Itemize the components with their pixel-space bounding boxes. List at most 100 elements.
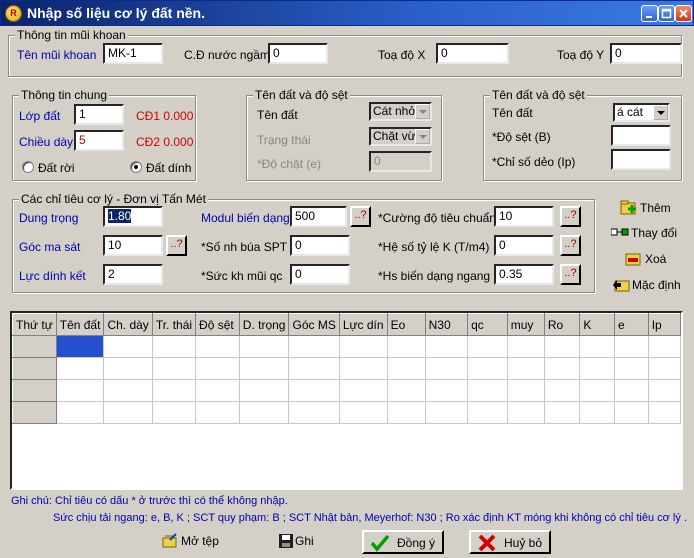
horiz-def-input[interactable]: 0.35 [494,264,554,285]
k-coef-input[interactable]: 0 [494,235,554,256]
table-cell[interactable] [543,379,581,402]
table-cell[interactable] [338,357,388,380]
delete-button[interactable]: Xoá [625,247,685,271]
coord-y-input[interactable]: 0 [610,43,682,64]
table-cell[interactable] [386,335,426,358]
table-cell[interactable] [386,401,426,424]
table-cell[interactable] [238,379,290,402]
table-cell[interactable] [151,335,197,358]
col-header[interactable]: qc [467,313,508,336]
col-header[interactable]: Thứ tự [12,313,57,336]
table-cell[interactable] [543,335,581,358]
col-header[interactable]: Eo [386,313,426,336]
col-header[interactable]: N30 [424,313,469,336]
table-cell[interactable] [467,357,508,380]
table-cell[interactable] [543,401,581,424]
table-cell[interactable] [424,401,469,424]
table-row[interactable] [12,335,681,358]
table-cell[interactable] [506,335,545,358]
table-cell[interactable] [614,335,649,358]
table-cell[interactable] [647,379,681,402]
col-header[interactable]: Ch. dày [103,313,153,336]
table-cell[interactable] [238,401,290,424]
table-row[interactable] [12,379,681,402]
table-cell[interactable] [467,335,508,358]
table-cell[interactable] [195,379,240,402]
table-row[interactable] [12,357,681,380]
table-cell[interactable] [467,379,508,402]
density-input[interactable]: 0 [369,151,432,172]
thickness-input[interactable]: 5 [74,130,124,151]
table-cell[interactable] [386,379,426,402]
table-cell[interactable] [288,357,340,380]
table-cell[interactable] [151,357,197,380]
minimize-button[interactable] [641,5,658,22]
col-header[interactable]: Ro [543,313,581,336]
table-cell[interactable] [506,379,545,402]
table-cell[interactable] [151,401,197,424]
plasticity-input[interactable] [611,149,671,170]
col-header[interactable]: Góc MS [288,313,340,336]
cohesion-input[interactable]: 2 [103,264,163,285]
table-cell[interactable] [614,379,649,402]
table-cell[interactable] [543,357,581,380]
data-grid[interactable]: Thứ tự Tên đất Ch. dày Tr. thái Độ sệt D… [10,311,683,490]
table-cell[interactable] [614,401,649,424]
table-cell[interactable] [647,357,681,380]
col-header[interactable]: Lực dín [338,313,388,336]
table-cell[interactable] [338,379,388,402]
table-cell[interactable] [424,379,469,402]
table-cell[interactable] [55,357,105,380]
table-cell[interactable] [55,401,105,424]
table-cell[interactable] [238,357,290,380]
row-header-cell[interactable] [12,357,57,380]
add-button[interactable]: Thêm [620,196,680,220]
col-header[interactable]: e [614,313,649,336]
table-cell[interactable] [647,401,681,424]
table-cell[interactable] [467,401,508,424]
col-header[interactable]: Tên đất [55,313,105,336]
friction-input[interactable]: 10 [103,235,163,256]
table-cell[interactable] [338,401,388,424]
col-header[interactable]: K [579,313,616,336]
coord-x-input[interactable]: 0 [436,43,509,64]
qc-input[interactable]: 0 [290,264,350,285]
k-coef-help-button[interactable]: ..? [560,235,581,256]
table-cell[interactable] [614,357,649,380]
row-header-cell[interactable] [12,379,57,402]
table-cell[interactable] [424,357,469,380]
spt-input[interactable]: 0 [290,235,350,256]
col-header[interactable]: D. trọng [238,313,290,336]
table-cell[interactable] [195,401,240,424]
table-cell[interactable] [103,357,153,380]
table-cell[interactable] [151,379,197,402]
friction-help-button[interactable]: ..? [166,235,187,256]
table-cell[interactable] [103,335,153,358]
borehole-name-input[interactable]: MK-1 [103,43,163,64]
col-header[interactable]: Tr. thái [151,313,197,336]
save-button[interactable]: Ghi [271,530,321,554]
table-cell[interactable] [424,335,469,358]
row-header-cell[interactable] [12,335,57,358]
table-cell[interactable] [55,335,105,358]
col-header[interactable]: Độ sệt [195,313,240,336]
std-strength-help-button[interactable]: ..? [560,206,581,227]
soil-right-name-select[interactable]: á cát [613,103,670,122]
table-cell[interactable] [288,379,340,402]
table-cell[interactable] [579,335,616,358]
table-cell[interactable] [238,335,290,358]
table-cell[interactable] [195,335,240,358]
table-cell[interactable] [579,379,616,402]
col-header[interactable]: Ip [647,313,681,336]
edit-button[interactable]: Thay đổi [611,221,691,245]
close-button[interactable] [675,5,692,22]
soil-state-select[interactable]: Chặt vừ [369,127,432,146]
table-cell[interactable] [103,401,153,424]
modulus-help-button[interactable]: ..? [350,206,371,227]
table-cell[interactable] [338,335,388,358]
radio-loose-soil[interactable] [22,161,34,173]
soil-mid-name-select[interactable]: Cát nhỏ [369,102,432,121]
table-cell[interactable] [288,335,340,358]
table-cell[interactable] [579,357,616,380]
table-cell[interactable] [103,379,153,402]
